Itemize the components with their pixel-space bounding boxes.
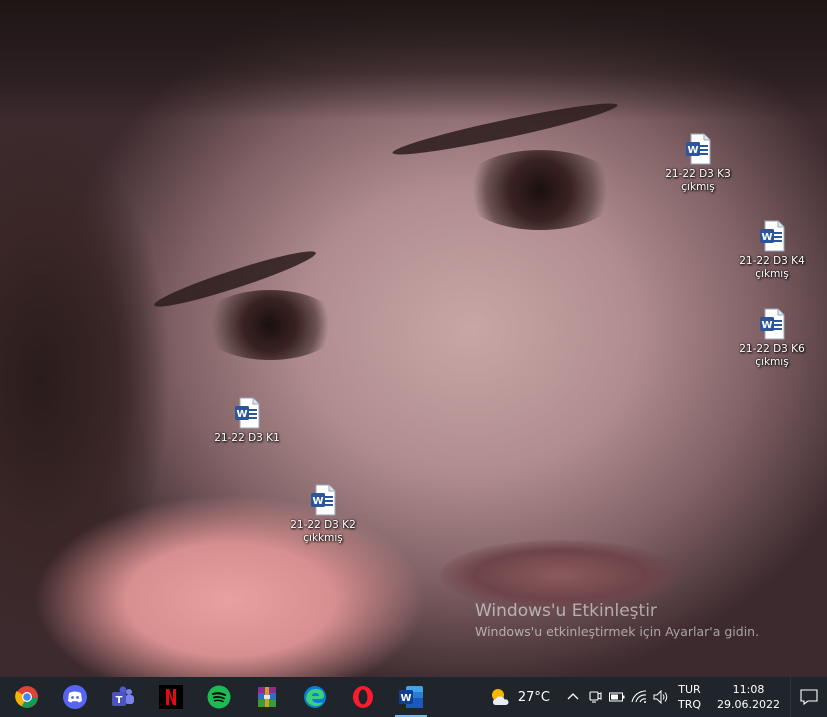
word-document-icon: W (235, 397, 260, 429)
svg-text:W: W (312, 496, 323, 507)
svg-text:W: W (761, 232, 772, 243)
language-code: TUR (678, 683, 701, 696)
meet-now-button[interactable] (584, 677, 606, 717)
wallpaper-detail (460, 150, 620, 230)
teams-icon: T (112, 686, 134, 706)
taskbar-opera[interactable] (339, 677, 387, 717)
taskbar: T W 27°C TUR TRQ 11:08 29.06.2022 (0, 677, 827, 717)
desktop-icon-label: 21-22 D3 K1 (214, 432, 280, 444)
notification-icon (800, 689, 818, 705)
desktop-icon-k1[interactable]: W 21-22 D3 K1 (206, 397, 288, 445)
word-document-icon: W (760, 308, 785, 340)
desktop-icon-label: 21-22 D3 K4 çıkmış (739, 255, 805, 280)
volume-control[interactable] (650, 677, 672, 717)
taskbar-discord[interactable] (51, 677, 99, 717)
wifi-icon (631, 690, 647, 703)
clock-time: 11:08 (732, 683, 765, 696)
show-hidden-icons[interactable] (562, 677, 584, 717)
chevron-up-icon (567, 693, 579, 700)
taskbar-netflix[interactable] (147, 677, 195, 717)
keyboard-layout: TRQ (677, 698, 702, 711)
weather-widget[interactable]: 27°C (490, 687, 550, 707)
network-status[interactable] (628, 677, 650, 717)
desktop[interactable]: W 21-22 D3 K3 çıkmış W 21-22 D3 K4 çıkmı… (0, 0, 827, 717)
battery-status[interactable] (606, 677, 628, 717)
meet-now-icon (589, 691, 602, 703)
svg-text:W: W (687, 145, 698, 156)
desktop-icon-label: 21-22 D3 K6 çıkmış (739, 343, 805, 368)
weather-temperature: 27°C (517, 689, 550, 705)
wallpaper-shade (0, 0, 827, 120)
taskbar-winrar[interactable] (243, 677, 291, 717)
clock-date: 29.06.2022 (717, 698, 780, 711)
volume-icon (653, 690, 668, 704)
opera-icon (353, 686, 373, 708)
winrar-icon (258, 687, 276, 707)
input-language[interactable]: TUR TRQ (678, 682, 701, 712)
chrome-icon (15, 686, 38, 708)
svg-text:W: W (761, 320, 772, 331)
wallpaper-detail (200, 290, 340, 360)
activation-watermark: Windows'u Etkinleştir Windows'u etkinleş… (475, 600, 759, 642)
taskbar-spotify[interactable] (195, 677, 243, 717)
edge-icon (304, 686, 326, 708)
taskbar-chrome[interactable] (3, 677, 51, 717)
spotify-icon (207, 685, 231, 709)
watermark-subtitle: Windows'u etkinleştirmek için Ayarlar'a … (475, 624, 760, 639)
word-document-icon: W (311, 484, 336, 516)
partly-sunny-icon (491, 689, 509, 705)
taskbar-edge[interactable] (291, 677, 339, 717)
word-document-icon: W (686, 133, 711, 165)
desktop-icon-label: 21-22 D3 K2 çıkkmış (290, 519, 356, 544)
action-center-button[interactable] (790, 677, 827, 717)
taskbar-word[interactable]: W (387, 677, 435, 717)
clock[interactable]: 11:08 29.06.2022 (717, 682, 780, 712)
word-document-icon: W (760, 220, 785, 252)
desktop-icon-k2[interactable]: W 21-22 D3 K2 çıkkmış (282, 484, 364, 545)
desktop-icon-k3[interactable]: W 21-22 D3 K3 çıkmış (657, 133, 739, 194)
watermark-title: Windows'u Etkinleştir (475, 601, 657, 621)
taskbar-teams[interactable]: T (99, 677, 147, 717)
desktop-icon-k6[interactable]: W 21-22 D3 K6 çıkmış (731, 308, 813, 369)
discord-icon (63, 685, 87, 709)
svg-text:W: W (400, 693, 411, 704)
netflix-icon (159, 685, 183, 709)
battery-icon (608, 692, 625, 702)
system-tray: 27°C TUR TRQ 11:08 29.06.2022 (490, 677, 827, 717)
desktop-icon-k4[interactable]: W 21-22 D3 K4 çıkmış (731, 220, 813, 281)
svg-text:W: W (236, 409, 247, 420)
desktop-icon-label: 21-22 D3 K3 çıkmış (665, 168, 731, 193)
svg-text:T: T (116, 695, 123, 706)
word-icon: W (399, 686, 423, 708)
